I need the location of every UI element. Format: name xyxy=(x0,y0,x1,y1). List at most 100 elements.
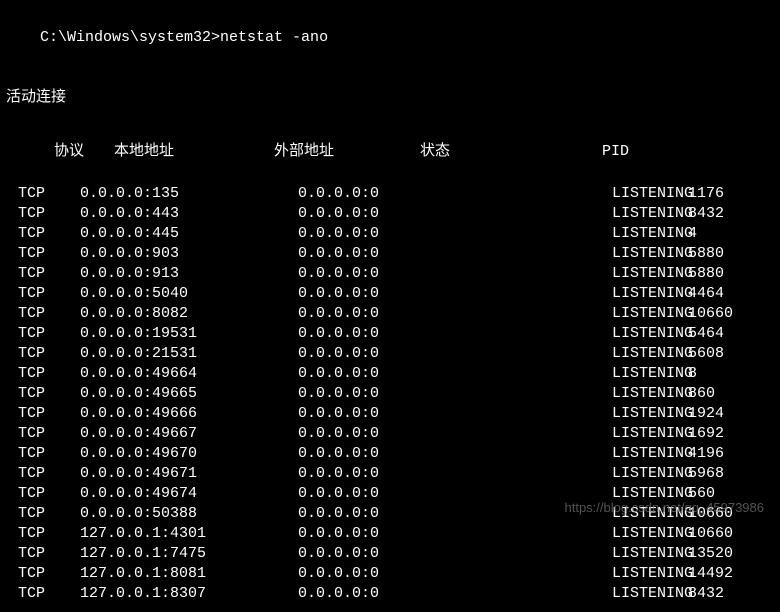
cell-foreign-address: 0.0.0.0:0 xyxy=(298,504,458,524)
cell-pid: 1924 xyxy=(688,404,768,424)
cell-state: LISTENING xyxy=(458,424,688,444)
cell-protocol: TCP xyxy=(18,584,80,604)
cell-local-address: 127.0.0.1:4301 xyxy=(80,524,298,544)
cell-foreign-address: 0.0.0.0:0 xyxy=(298,224,458,244)
cell-foreign-address: 0.0.0.0:0 xyxy=(298,244,458,264)
section-heading: 活动连接 xyxy=(4,88,776,108)
cell-foreign-address: 0.0.0.0:0 xyxy=(298,524,458,544)
cell-pid: 5968 xyxy=(688,464,768,484)
command-prompt-line: C:\Windows\system32>netstat -ano xyxy=(4,8,776,68)
cell-state: LISTENING xyxy=(458,364,688,384)
table-row: TCP0.0.0.0:496640.0.0.0:0LISTENING8 xyxy=(18,364,776,384)
cell-pid: 10660 xyxy=(688,504,768,524)
cell-foreign-address: 0.0.0.0:0 xyxy=(298,484,458,504)
cell-state: LISTENING xyxy=(458,404,688,424)
cell-local-address: 0.0.0.0:49671 xyxy=(80,464,298,484)
cell-protocol: TCP xyxy=(18,284,80,304)
cell-local-address: 0.0.0.0:21531 xyxy=(80,344,298,364)
cell-local-address: 0.0.0.0:903 xyxy=(80,244,298,264)
cell-local-address: 0.0.0.0:135 xyxy=(80,184,298,204)
header-foreign-address: 外部地址 xyxy=(274,142,420,162)
cell-state: LISTENING xyxy=(458,524,688,544)
table-row: TCP127.0.0.1:43010.0.0.0:0LISTENING10660 xyxy=(18,524,776,544)
cell-pid: 10660 xyxy=(688,304,768,324)
cell-local-address: 0.0.0.0:5040 xyxy=(80,284,298,304)
cell-pid: 1692 xyxy=(688,424,768,444)
header-local-address: 本地地址 xyxy=(114,142,274,162)
table-body: TCP0.0.0.0:1350.0.0.0:0LISTENING1176TCP0… xyxy=(4,184,776,604)
cell-protocol: TCP xyxy=(18,244,80,264)
header-pid: PID xyxy=(602,142,629,162)
table-row: TCP0.0.0.0:4430.0.0.0:0LISTENING8432 xyxy=(18,204,776,224)
table-row: TCP0.0.0.0:496740.0.0.0:0LISTENING560 xyxy=(18,484,776,504)
cell-foreign-address: 0.0.0.0:0 xyxy=(298,184,458,204)
cell-protocol: TCP xyxy=(18,204,80,224)
cell-local-address: 0.0.0.0:8082 xyxy=(80,304,298,324)
cell-state: LISTENING xyxy=(458,584,688,604)
cell-pid: 8 xyxy=(688,364,768,384)
cell-foreign-address: 0.0.0.0:0 xyxy=(298,384,458,404)
cell-pid: 8432 xyxy=(688,204,768,224)
cell-local-address: 127.0.0.1:8081 xyxy=(80,564,298,584)
table-row: TCP127.0.0.1:83070.0.0.0:0LISTENING8432 xyxy=(18,584,776,604)
table-row: TCP0.0.0.0:215310.0.0.0:0LISTENING5608 xyxy=(18,344,776,364)
cell-pid: 5464 xyxy=(688,324,768,344)
cell-local-address: 0.0.0.0:49667 xyxy=(80,424,298,444)
table-row: TCP0.0.0.0:496670.0.0.0:0LISTENING1692 xyxy=(18,424,776,444)
cell-protocol: TCP xyxy=(18,544,80,564)
cell-state: LISTENING xyxy=(458,544,688,564)
cell-pid: 4196 xyxy=(688,444,768,464)
table-row: TCP0.0.0.0:9030.0.0.0:0LISTENING5880 xyxy=(18,244,776,264)
cell-local-address: 0.0.0.0:49666 xyxy=(80,404,298,424)
cell-foreign-address: 0.0.0.0:0 xyxy=(298,284,458,304)
table-row: TCP0.0.0.0:496650.0.0.0:0LISTENING860 xyxy=(18,384,776,404)
cell-pid: 4 xyxy=(688,224,768,244)
cell-pid: 14492 xyxy=(688,564,768,584)
cell-foreign-address: 0.0.0.0:0 xyxy=(298,564,458,584)
cell-protocol: TCP xyxy=(18,184,80,204)
cell-foreign-address: 0.0.0.0:0 xyxy=(298,544,458,564)
table-row: TCP0.0.0.0:50400.0.0.0:0LISTENING4464 xyxy=(18,284,776,304)
cell-pid: 8432 xyxy=(688,584,768,604)
table-row: TCP0.0.0.0:496710.0.0.0:0LISTENING5968 xyxy=(18,464,776,484)
cell-local-address: 0.0.0.0:19531 xyxy=(80,324,298,344)
cell-local-address: 0.0.0.0:49670 xyxy=(80,444,298,464)
cell-protocol: TCP xyxy=(18,404,80,424)
table-row: TCP127.0.0.1:74750.0.0.0:0LISTENING13520 xyxy=(18,544,776,564)
cell-pid: 13520 xyxy=(688,544,768,564)
table-header-row: 协议本地地址外部地址状态PID xyxy=(4,122,776,182)
terminal-window[interactable]: C:\Windows\system32>netstat -ano 活动连接 协议… xyxy=(0,0,780,612)
cell-pid: 5880 xyxy=(688,244,768,264)
header-protocol: 协议 xyxy=(54,142,114,162)
table-row: TCP127.0.0.1:80810.0.0.0:0LISTENING14492 xyxy=(18,564,776,584)
cell-protocol: TCP xyxy=(18,504,80,524)
cell-protocol: TCP xyxy=(18,444,80,464)
cell-pid: 10660 xyxy=(688,524,768,544)
cell-local-address: 0.0.0.0:50388 xyxy=(80,504,298,524)
cell-local-address: 127.0.0.1:8307 xyxy=(80,584,298,604)
cell-local-address: 0.0.0.0:443 xyxy=(80,204,298,224)
cell-foreign-address: 0.0.0.0:0 xyxy=(298,364,458,384)
cell-local-address: 0.0.0.0:49674 xyxy=(80,484,298,504)
cell-foreign-address: 0.0.0.0:0 xyxy=(298,264,458,284)
cell-state: LISTENING xyxy=(458,304,688,324)
cell-pid: 5880 xyxy=(688,264,768,284)
table-row: TCP0.0.0.0:496700.0.0.0:0LISTENING4196 xyxy=(18,444,776,464)
cell-local-address: 0.0.0.0:49664 xyxy=(80,364,298,384)
cell-protocol: TCP xyxy=(18,384,80,404)
cell-pid: 5608 xyxy=(688,344,768,364)
table-row: TCP0.0.0.0:503880.0.0.0:0LISTENING10660 xyxy=(18,504,776,524)
cell-state: LISTENING xyxy=(458,444,688,464)
cell-state: LISTENING xyxy=(458,484,688,504)
cell-pid: 560 xyxy=(688,484,768,504)
cell-foreign-address: 0.0.0.0:0 xyxy=(298,344,458,364)
prompt-path: C:\Windows\system32> xyxy=(40,29,220,46)
cell-foreign-address: 0.0.0.0:0 xyxy=(298,424,458,444)
cell-foreign-address: 0.0.0.0:0 xyxy=(298,444,458,464)
cell-pid: 4464 xyxy=(688,284,768,304)
cell-state: LISTENING xyxy=(458,324,688,344)
cell-local-address: 0.0.0.0:49665 xyxy=(80,384,298,404)
cell-protocol: TCP xyxy=(18,564,80,584)
cell-pid: 860 xyxy=(688,384,768,404)
cell-state: LISTENING xyxy=(458,224,688,244)
